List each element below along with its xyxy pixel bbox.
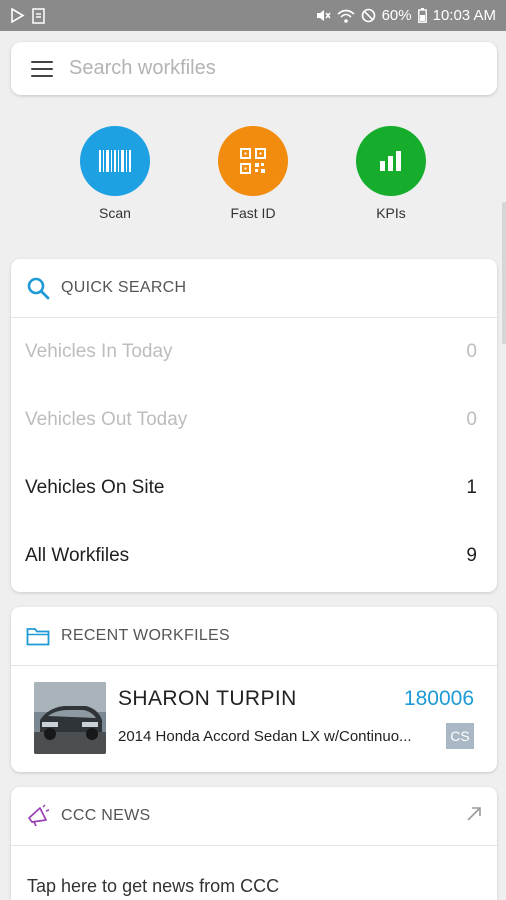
all-workfiles-row[interactable]: All Workfiles 9 bbox=[11, 522, 497, 590]
vehicles-out-today-row[interactable]: Vehicles Out Today 0 bbox=[11, 386, 497, 454]
row-count: 1 bbox=[466, 477, 477, 498]
row-count: 0 bbox=[466, 341, 477, 362]
workfile-item[interactable]: SHARON TURPIN 180006 2014 Honda Accord S… bbox=[11, 666, 497, 770]
vehicles-in-today-row[interactable]: Vehicles In Today 0 bbox=[11, 318, 497, 386]
play-store-icon bbox=[10, 8, 25, 23]
search-input[interactable] bbox=[69, 57, 449, 80]
news-header[interactable]: CCC NEWS bbox=[11, 787, 497, 846]
quick-search-card: QUICK SEARCH Vehicles In Today 0 Vehicle… bbox=[11, 259, 497, 592]
qr-code-icon[interactable] bbox=[218, 126, 288, 196]
scan-shortcut[interactable]: Scan bbox=[55, 126, 175, 221]
news-title: CCC NEWS bbox=[61, 807, 151, 824]
document-icon bbox=[31, 7, 46, 24]
search-bar bbox=[11, 42, 497, 95]
quick-search-title: QUICK SEARCH bbox=[61, 279, 187, 296]
vehicles-on-site-row[interactable]: Vehicles On Site 1 bbox=[11, 454, 497, 522]
shortcut-bar: Scan Fast ID KPIs bbox=[0, 126, 506, 226]
workfile-number: 180006 bbox=[403, 687, 474, 710]
folder-icon bbox=[25, 623, 51, 649]
fast-id-label: Fast ID bbox=[230, 205, 276, 221]
news-body[interactable]: Tap here to get news from CCC bbox=[11, 846, 497, 900]
battery-icon bbox=[417, 8, 427, 23]
quick-search-header: QUICK SEARCH bbox=[11, 259, 497, 318]
row-count: 0 bbox=[466, 409, 477, 430]
kpis-label: KPIs bbox=[376, 205, 406, 221]
row-label: Vehicles On Site bbox=[25, 477, 165, 498]
vehicle-description: 2014 Honda Accord Sedan LX w/Continuo... bbox=[118, 727, 412, 745]
status-bar: 60% 10:03 AM bbox=[0, 0, 506, 31]
wifi-icon bbox=[337, 9, 355, 23]
scan-label: Scan bbox=[99, 205, 131, 221]
recent-workfiles-card: RECENT WORKFILES SHARON TURPIN 180006 20… bbox=[11, 607, 497, 772]
megaphone-icon bbox=[25, 803, 51, 829]
battery-percent: 60% bbox=[381, 7, 412, 24]
workfile-info: SHARON TURPIN 180006 2014 Honda Accord S… bbox=[118, 687, 474, 749]
fast-id-shortcut[interactable]: Fast ID bbox=[193, 126, 313, 221]
barcode-icon[interactable] bbox=[80, 126, 150, 196]
owner-name: SHARON TURPIN bbox=[118, 687, 297, 710]
vehicle-thumbnail bbox=[34, 682, 106, 754]
recent-workfiles-header: RECENT WORKFILES bbox=[11, 607, 497, 666]
external-link-icon[interactable] bbox=[465, 805, 483, 828]
hamburger-menu-icon[interactable] bbox=[31, 60, 53, 77]
row-count: 9 bbox=[466, 545, 477, 566]
clock: 10:03 AM bbox=[432, 7, 496, 24]
row-label: Vehicles In Today bbox=[25, 341, 173, 362]
search-icon bbox=[25, 275, 51, 301]
news-card: CCC NEWS Tap here to get news from CCC bbox=[11, 787, 497, 900]
scroll-indicator bbox=[502, 202, 506, 344]
row-label: All Workfiles bbox=[25, 545, 130, 566]
bar-chart-icon[interactable] bbox=[356, 126, 426, 196]
kpis-shortcut[interactable]: KPIs bbox=[331, 126, 451, 221]
status-badge: CS bbox=[446, 723, 474, 749]
do-not-disturb-icon bbox=[361, 8, 376, 23]
recent-workfiles-title: RECENT WORKFILES bbox=[61, 627, 230, 644]
row-label: Vehicles Out Today bbox=[25, 409, 188, 430]
mute-icon bbox=[315, 8, 331, 23]
